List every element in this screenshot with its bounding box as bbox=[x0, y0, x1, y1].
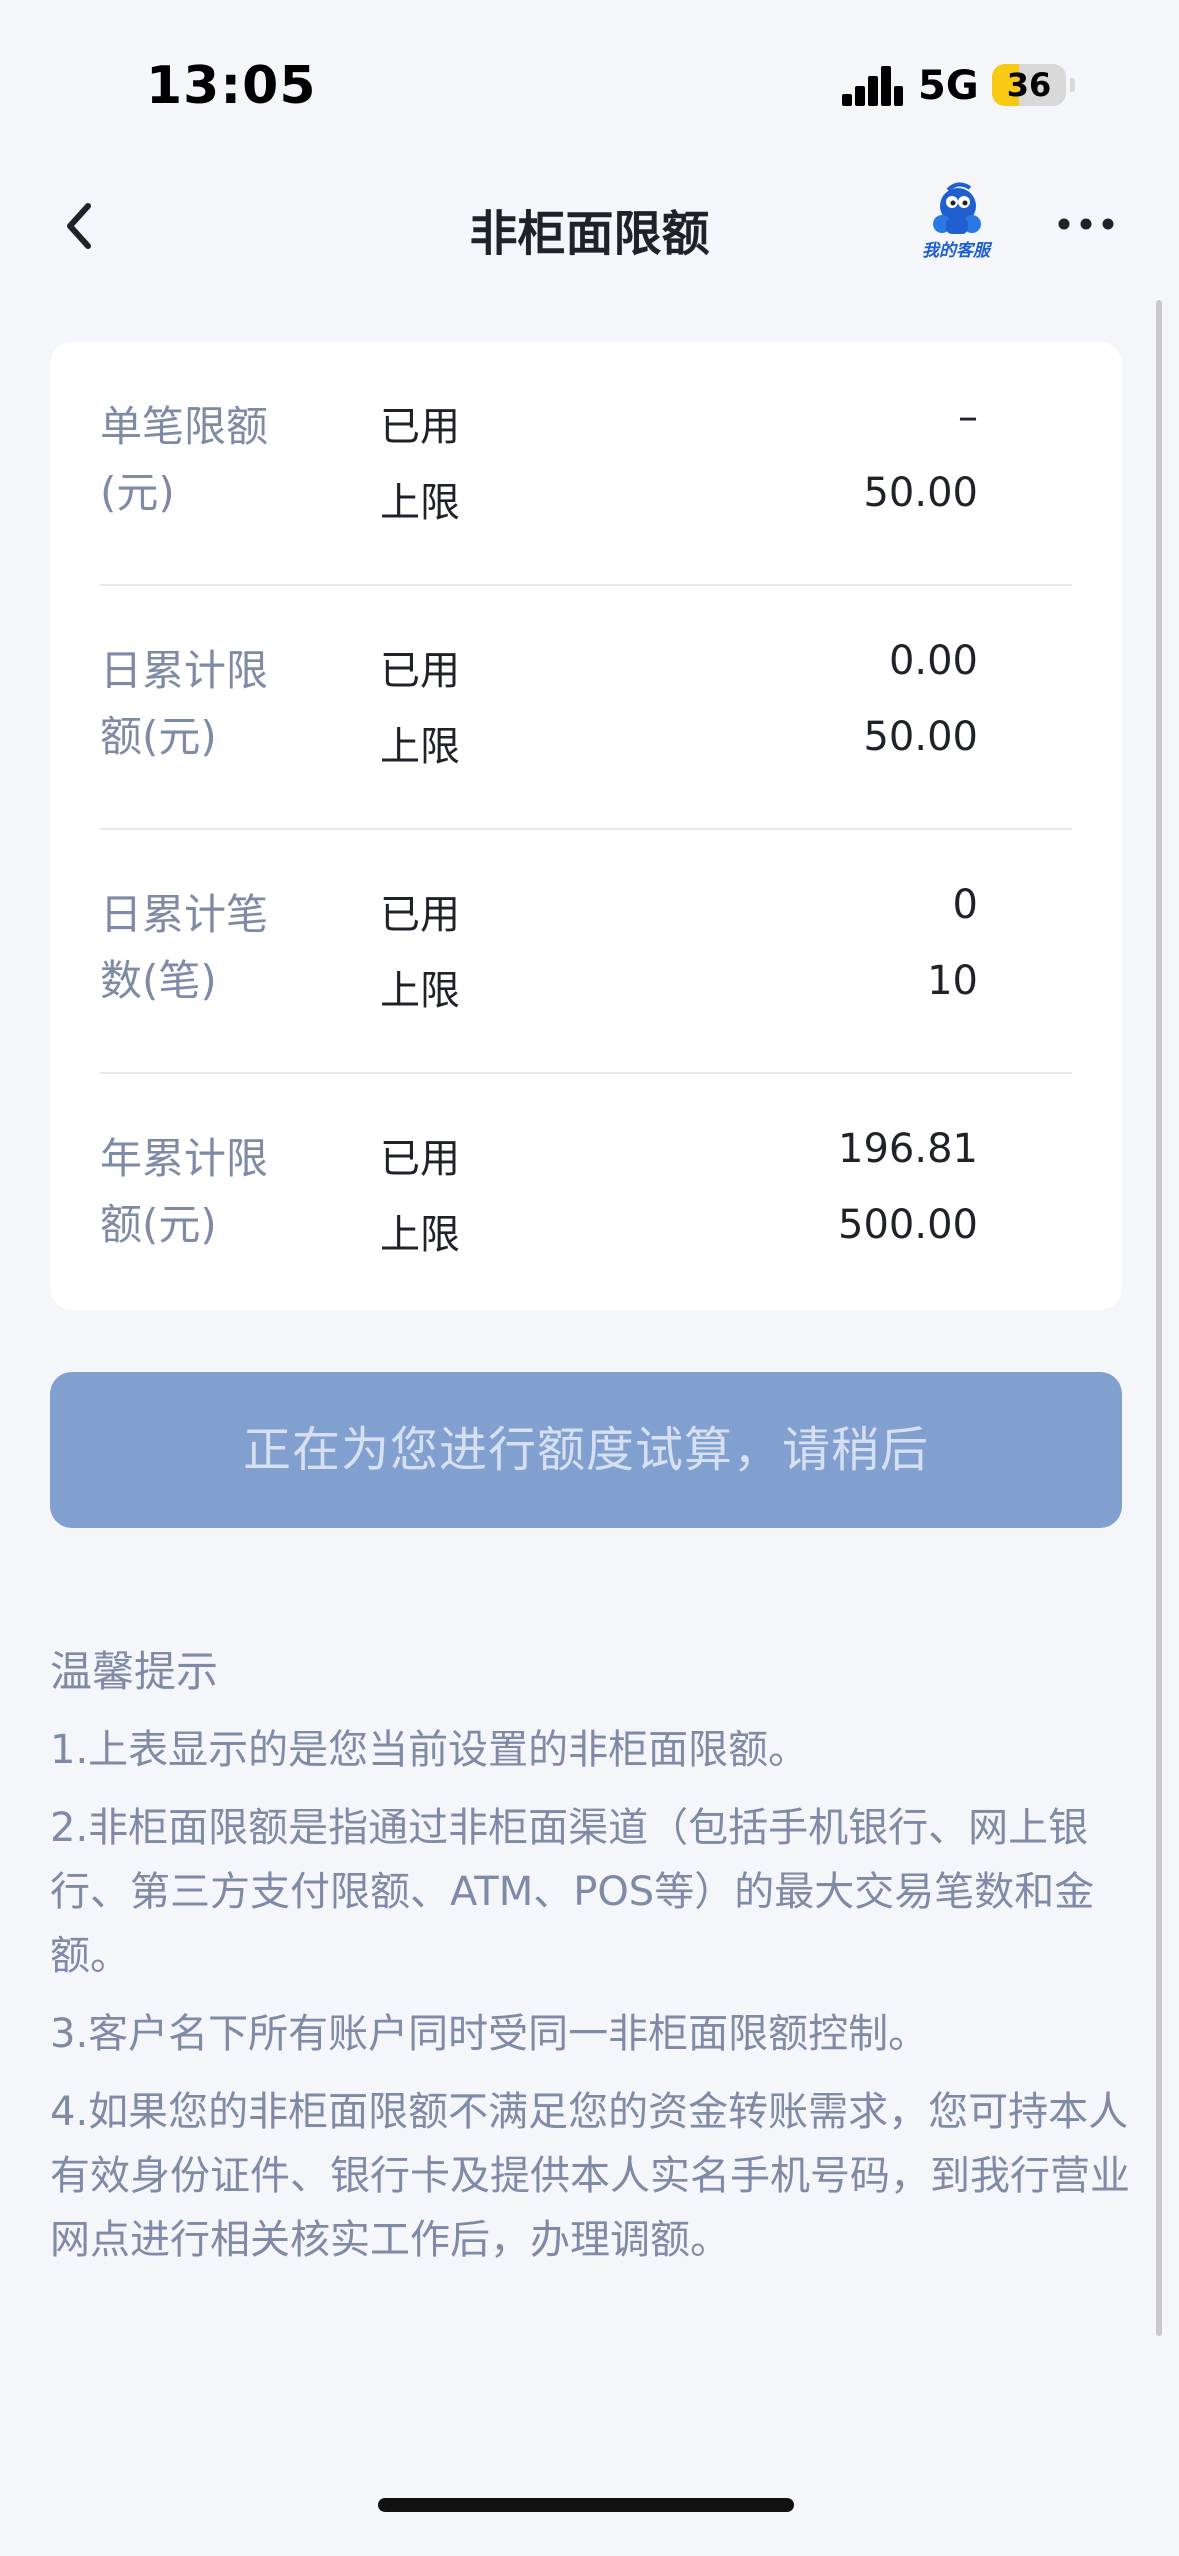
used-label: 已用 bbox=[380, 404, 460, 450]
limit-row-single: 单笔限额(元) 已用 – 上限 50.00 bbox=[100, 342, 1072, 586]
used-value: 196.81 bbox=[838, 1126, 978, 1172]
used-label: 已用 bbox=[380, 1136, 460, 1182]
tips-title: 温馨提示 bbox=[50, 1647, 219, 1696]
limit-label: 上限 bbox=[380, 1212, 460, 1258]
limit-name: 日累计笔数(笔) bbox=[100, 890, 269, 1005]
limit-name: 单笔限额(元) bbox=[100, 402, 269, 517]
limit-row-yearly-amount: 年累计限额(元) 已用 196.81 上限 500.00 bbox=[100, 1074, 1072, 1318]
limit-value: 500.00 bbox=[838, 1202, 978, 1248]
customer-service-mascot-icon bbox=[933, 182, 981, 234]
calculating-button[interactable]: 正在为您进行额度试算，请稍后 bbox=[50, 1372, 1122, 1528]
used-value: 0.00 bbox=[888, 638, 978, 684]
signal-bars-icon bbox=[842, 66, 903, 106]
customer-service-button[interactable]: 我的客服 bbox=[908, 180, 1004, 266]
limit-label: 上限 bbox=[380, 480, 460, 526]
limit-label: 上限 bbox=[380, 968, 460, 1014]
used-label: 已用 bbox=[380, 892, 460, 938]
tip-item: 2.非柜面限额是指通过非柜面渠道（包括手机银行、网上银行、第三方支付限额、ATM… bbox=[50, 1805, 1095, 1979]
tip-item: 3.客户名下所有账户同时受同一非柜面限额控制。 bbox=[50, 2011, 929, 2057]
limit-row-daily-count: 日累计笔数(笔) 已用 0 上限 10 bbox=[100, 830, 1072, 1074]
tip-item: 1.上表显示的是您当前设置的非柜面限额。 bbox=[50, 1727, 809, 1773]
status-bar: 13:05 5G 36 bbox=[0, 0, 1179, 150]
battery-level: 36 bbox=[1006, 66, 1052, 104]
nav-bar: 非柜面限额 我的客服 bbox=[0, 150, 1179, 300]
used-value: – bbox=[958, 394, 978, 440]
limit-value: 50.00 bbox=[863, 714, 978, 760]
tips-section: 温馨提示 1.上表显示的是您当前设置的非柜面限额。 2.非柜面限额是指通过非柜面… bbox=[50, 1640, 1130, 2286]
home-indicator[interactable] bbox=[378, 2498, 794, 2512]
network-type: 5G bbox=[918, 63, 979, 109]
limit-value: 50.00 bbox=[863, 470, 978, 516]
status-time: 13:05 bbox=[146, 56, 317, 116]
limit-label: 上限 bbox=[380, 724, 460, 770]
limit-name: 年累计限额(元) bbox=[100, 1134, 269, 1249]
customer-service-label: 我的客服 bbox=[922, 241, 990, 261]
limit-row-daily-amount: 日累计限额(元) 已用 0.00 上限 50.00 bbox=[100, 586, 1072, 830]
more-horizontal-icon bbox=[1058, 218, 1070, 230]
more-button[interactable] bbox=[1056, 202, 1116, 246]
limits-card: 单笔限额(元) 已用 – 上限 50.00 日累计限额(元) 已用 0.00 上… bbox=[50, 342, 1122, 1310]
battery-icon: 36 bbox=[992, 64, 1075, 106]
used-value: 0 bbox=[952, 882, 978, 928]
limit-value: 10 bbox=[927, 958, 978, 1004]
scrollbar[interactable] bbox=[1156, 300, 1162, 2336]
used-label: 已用 bbox=[380, 648, 460, 694]
tip-item: 4.如果您的非柜面限额不满足您的资金转账需求，您可持本人有效身份证件、银行卡及提… bbox=[50, 2089, 1130, 2263]
limit-name: 日累计限额(元) bbox=[100, 646, 269, 761]
